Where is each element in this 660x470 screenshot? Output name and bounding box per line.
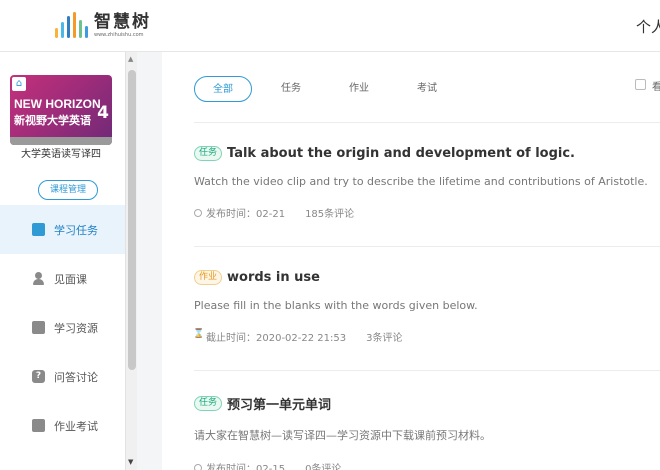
filter-tabs: 全部 任务 作业 考试 <box>194 76 466 102</box>
list-item[interactable]: 作业 words in use Please fill in the blank… <box>193 270 660 344</box>
item-description: Watch the video clip and try to describe… <box>194 175 648 188</box>
item-title[interactable]: 预习第一单元单词 <box>227 394 331 413</box>
sidebar-item-meeting-class[interactable]: 见面课 <box>0 254 125 303</box>
person-icon <box>32 272 45 285</box>
sidebar: ⌂ NEW HORIZON 新视野大学英语 4 大学英语读写译四 课程管理 学习… <box>0 52 125 470</box>
cover-number: 4 <box>97 103 109 123</box>
divider <box>194 122 660 123</box>
book-icon <box>32 321 45 334</box>
task-badge: 任务 <box>194 396 223 411</box>
item-time: 发布时间：02-21 <box>206 209 286 220</box>
sidebar-item-resources[interactable]: 学习资源 <box>0 303 125 352</box>
sidebar-item-label: 学习任务 <box>54 223 98 237</box>
cover-title: 新视野大学英语 <box>14 114 91 127</box>
tab-all[interactable]: 全部 <box>194 76 252 102</box>
list-item[interactable]: 任务 预习第一单元单词 请大家在智慧树—读写译四—学习资源中下载课前预习材料。 … <box>194 394 660 470</box>
divider <box>194 370 660 371</box>
logo-url: www.zhihuishu.com <box>94 32 144 38</box>
logo-text: 智慧树 <box>94 12 151 32</box>
tab-homework[interactable]: 作业 <box>330 76 388 102</box>
item-description: 请大家在智慧树—读写译四—学习资源中下载课前预习材料。 <box>194 429 491 442</box>
cover-footer <box>10 137 112 145</box>
sidebar-item-label: 作业考试 <box>54 419 98 433</box>
exam-icon <box>32 419 45 432</box>
sidebar-item-label: 问答讨论 <box>54 370 98 384</box>
sidebar-item-label: 学习资源 <box>54 321 98 335</box>
item-comments[interactable]: 185条评论 <box>305 205 354 220</box>
cover-brand: NEW HORIZON <box>14 97 101 111</box>
item-time: 发布时间：02-15 <box>206 464 286 470</box>
item-description: Please fill in the blanks with the words… <box>194 299 478 312</box>
hourglass-icon <box>193 329 204 342</box>
home-icon[interactable]: ⌂ <box>12 77 26 91</box>
top-header: 智慧树 www.zhihuishu.com 个人 <box>0 0 660 52</box>
course-cover-image[interactable]: ⌂ NEW HORIZON 新视野大学英语 4 <box>10 75 112 145</box>
item-time: 截止时间：2020-02-22 21:53 <box>206 333 347 344</box>
sidebar-item-qa[interactable]: ? 问答讨论 <box>0 352 125 401</box>
filter-checkbox[interactable] <box>635 79 646 90</box>
clock-icon <box>194 208 202 217</box>
filter-label: 看 <box>652 82 660 93</box>
task-badge: 任务 <box>194 146 223 161</box>
item-comments[interactable]: 3条评论 <box>366 329 402 344</box>
list-item[interactable]: 任务 Talk about the origin and development… <box>194 146 660 220</box>
task-list-panel: 全部 任务 作业 考试 看 任务 Talk about the origin a… <box>162 52 660 470</box>
sidebar-menu: 学习任务 见面课 学习资源 ? 问答讨论 作业考试 <box>0 205 125 450</box>
course-name: 大学英语读写译四 <box>21 149 101 160</box>
clock-icon <box>194 463 202 470</box>
item-title[interactable]: Talk about the origin and development of… <box>227 146 575 161</box>
logo-bars-icon <box>55 12 88 38</box>
zhihuishu-logo[interactable]: 智慧树 www.zhihuishu.com <box>55 12 151 39</box>
personal-link[interactable]: 个人 <box>636 16 660 37</box>
item-title[interactable]: words in use <box>227 270 320 285</box>
course-manage-button[interactable]: 课程管理 <box>38 180 98 200</box>
sidebar-scrollbar[interactable]: ▲ ▼ <box>125 52 137 470</box>
scroll-up-arrow-icon[interactable]: ▲ <box>128 55 133 63</box>
question-icon: ? <box>32 370 45 383</box>
tab-exams[interactable]: 考试 <box>398 76 456 102</box>
item-comments[interactable]: 0条评论 <box>305 460 341 470</box>
scroll-down-arrow-icon[interactable]: ▼ <box>128 458 133 466</box>
scroll-thumb[interactable] <box>128 70 136 370</box>
task-list-icon <box>32 223 45 236</box>
sidebar-item-learning-tasks[interactable]: 学习任务 <box>0 205 125 254</box>
sidebar-item-label: 见面课 <box>54 272 87 286</box>
sidebar-item-homework-exams[interactable]: 作业考试 <box>0 401 125 450</box>
divider <box>194 246 660 247</box>
tab-tasks[interactable]: 任务 <box>262 76 320 102</box>
homework-badge: 作业 <box>194 270 223 285</box>
